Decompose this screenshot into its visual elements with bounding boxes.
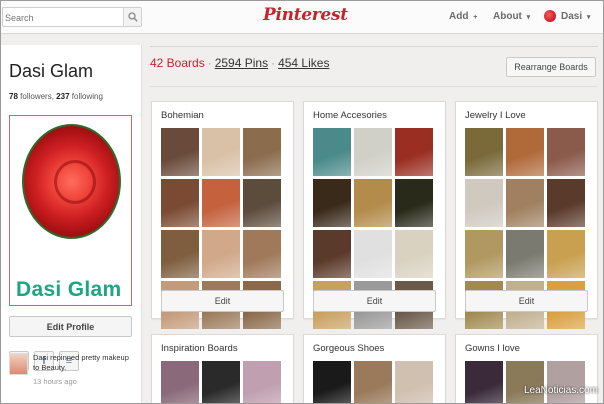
profile-image: Dasi Glam	[9, 115, 132, 306]
pin-thumbnail[interactable]	[547, 230, 585, 278]
nav-add[interactable]: Add +	[449, 11, 477, 22]
board-card[interactable]: Jewelry I Love Edit	[455, 101, 598, 329]
follow-stats: 78 followers, 237 following	[9, 92, 103, 101]
search-button[interactable]	[123, 8, 141, 26]
followers-label[interactable]: followers,	[20, 92, 54, 101]
search-input[interactable]	[3, 9, 123, 27]
pin-thumbnail[interactable]	[395, 179, 433, 227]
activity-text: Dasi repinned pretty makeup to Beauty.	[33, 353, 137, 373]
nav-add-label: Add	[449, 11, 469, 22]
pin-thumbnail[interactable]	[465, 361, 503, 403]
pins-count[interactable]: 2594 Pins	[215, 56, 268, 70]
top-header: Pinterest Add + About ▾ Dasi ▾	[1, 1, 603, 34]
pinterest-logo[interactable]: Pinterest	[263, 5, 348, 25]
pin-thumbnail[interactable]	[395, 361, 433, 403]
likes-count[interactable]: 454 Likes	[278, 56, 329, 70]
chevron-down-icon: ▾	[526, 14, 531, 21]
board-edit-button[interactable]: Edit	[313, 290, 436, 312]
pin-thumbnail[interactable]	[547, 128, 585, 176]
divider	[150, 46, 598, 47]
pin-thumbnail[interactable]	[506, 230, 544, 278]
pin-thumbnail[interactable]	[313, 361, 351, 403]
pin-thumbnail[interactable]	[354, 179, 392, 227]
profile-stats: 42 Boards · 2594 Pins · 454 Likes	[150, 56, 330, 70]
board-title: Bohemian	[161, 110, 204, 121]
board-card[interactable]: Bohemian Edit	[151, 101, 294, 329]
profile-image-caption: Dasi Glam	[16, 278, 122, 301]
chevron-down-icon: ▾	[586, 14, 591, 21]
pin-thumbnail[interactable]	[243, 179, 281, 227]
board-card[interactable]: Home Accesories Edit	[303, 101, 446, 329]
board-title: Inspiration Boards	[161, 343, 238, 354]
pin-thumbnail[interactable]	[547, 361, 585, 403]
board-title: Gorgeous Shoes	[313, 343, 385, 354]
pin-thumbnail[interactable]	[202, 361, 240, 403]
pin-thumbnail[interactable]	[547, 179, 585, 227]
nav-user[interactable]: Dasi ▾	[561, 11, 590, 22]
pin-thumbnail[interactable]	[354, 230, 392, 278]
divider	[150, 86, 598, 87]
nav-about-label: About	[493, 11, 522, 22]
pin-thumbnail[interactable]	[202, 179, 240, 227]
pin-thumbnail[interactable]	[161, 128, 199, 176]
board-edit-button[interactable]: Edit	[465, 290, 588, 312]
user-avatar[interactable]	[544, 10, 556, 22]
pin-thumbnail[interactable]	[465, 128, 503, 176]
user-name: Dasi	[561, 11, 583, 22]
board-card[interactable]: Gorgeous Shoes	[303, 334, 446, 403]
pin-thumbnail[interactable]	[161, 230, 199, 278]
board-card[interactable]: Inspiration Boards	[151, 334, 294, 403]
app-window: Pinterest Add + About ▾ Dasi ▾ Dasi Glam…	[0, 0, 604, 404]
pin-thumbnail[interactable]	[243, 230, 281, 278]
activity-board-link[interactable]: Beauty.	[41, 363, 66, 372]
pin-thumbnail[interactable]	[465, 179, 503, 227]
pin-thumbnail[interactable]	[395, 128, 433, 176]
pin-thumbnail[interactable]	[354, 128, 392, 176]
following-label[interactable]: following	[72, 92, 103, 101]
profile-sidebar: Dasi Glam 78 followers, 237 following Da…	[1, 45, 142, 403]
pin-thumbnail[interactable]	[506, 128, 544, 176]
board-edit-button[interactable]: Edit	[161, 290, 284, 312]
watermark-text: LeaNoticias.com	[524, 385, 598, 396]
nav-about[interactable]: About ▾	[493, 11, 530, 22]
board-title: Home Accesories	[313, 110, 387, 121]
board-title: Gowns I love	[465, 343, 520, 354]
pin-thumbnail[interactable]	[202, 230, 240, 278]
pin-thumbnail[interactable]	[506, 179, 544, 227]
following-count[interactable]: 237	[56, 92, 69, 101]
pin-thumbnail[interactable]	[395, 230, 433, 278]
search-box[interactable]	[2, 7, 142, 27]
pin-thumbnail[interactable]	[243, 128, 281, 176]
followers-count[interactable]: 78	[9, 92, 18, 101]
pin-thumbnail[interactable]	[313, 230, 351, 278]
activity-time: 13 hours ago	[33, 377, 77, 386]
pin-thumbnail[interactable]	[313, 128, 351, 176]
board-title: Jewelry I Love	[465, 110, 526, 121]
pin-thumbnail[interactable]	[354, 361, 392, 403]
pin-thumbnail[interactable]	[202, 128, 240, 176]
edit-profile-button[interactable]: Edit Profile	[9, 316, 132, 337]
pin-thumbnail[interactable]	[161, 361, 199, 403]
pin-thumbnail[interactable]	[313, 179, 351, 227]
pin-thumbnail[interactable]	[161, 179, 199, 227]
activity-thumbnail[interactable]	[9, 353, 28, 375]
pin-thumbnail[interactable]	[506, 361, 544, 403]
plus-icon: +	[473, 14, 478, 21]
pin-thumbnail[interactable]	[243, 361, 281, 403]
rose-image	[22, 124, 121, 239]
boards-count[interactable]: 42 Boards	[150, 56, 205, 70]
pin-thumbnail[interactable]	[465, 230, 503, 278]
rearrange-boards-button[interactable]: Rearrange Boards	[506, 57, 596, 77]
profile-name: Dasi Glam	[9, 61, 94, 81]
search-icon	[127, 12, 138, 22]
